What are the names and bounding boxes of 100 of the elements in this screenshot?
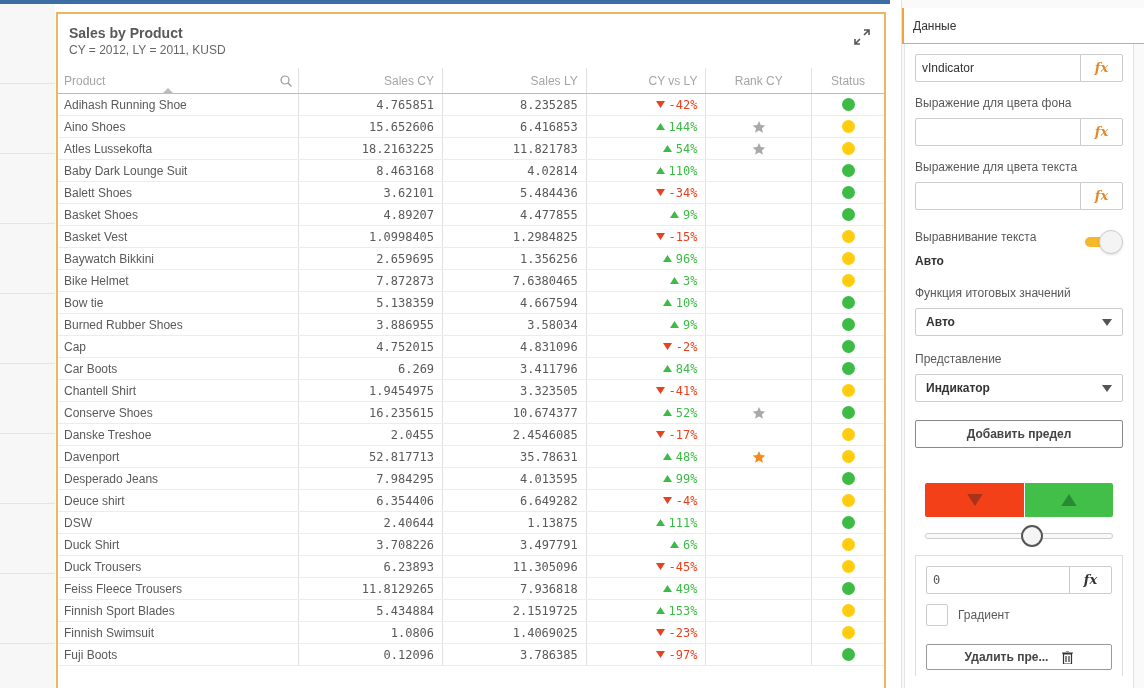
table-cell-text: Basket Vest	[64, 228, 128, 246]
table-cell-text: -23%	[668, 624, 698, 642]
table-cell-text: -45%	[668, 558, 698, 576]
table-cell-text: DSW	[64, 514, 92, 532]
table-cell-text: Danske Treshoe	[64, 426, 152, 444]
table-cell-text: 5.138359	[376, 294, 435, 312]
table-cell-text: Basket Shoes	[64, 206, 139, 224]
search-icon[interactable]	[280, 74, 293, 87]
up-triangle-icon	[662, 365, 672, 372]
table-cell-text: 6.269	[397, 360, 435, 378]
table-cell-text: 15.652606	[369, 118, 435, 136]
table-cell-text: 8.235285	[519, 96, 578, 114]
table-cell-text: Atles Lussekofta	[64, 140, 153, 158]
table-cell-text: 52%	[675, 404, 698, 422]
formula-button[interactable]: fx	[1080, 119, 1122, 145]
table-cell-text: -34%	[668, 184, 698, 202]
table-cell-text: 3.786385	[519, 646, 578, 664]
column-header[interactable]: Sales CY	[384, 71, 435, 90]
table-cell-text: Bike Helmet	[64, 272, 129, 290]
down-triangle-icon	[655, 563, 665, 570]
table-cell-text: 49%	[675, 580, 698, 598]
table-cell-text: Chantell Shirt	[64, 382, 137, 400]
table-cell-text: Bow tie	[64, 294, 104, 312]
down-triangle-icon	[655, 431, 665, 438]
table-cell-text: 5.484436	[519, 184, 578, 202]
table-cell-text: 7.936818	[519, 580, 578, 598]
table-cell-text: -4%	[675, 492, 698, 510]
dropdown[interactable]: Авто	[915, 308, 1123, 336]
delete-limit-button[interactable]: Удалить пре...	[926, 644, 1112, 670]
expression-field[interactable]: fx	[915, 182, 1123, 210]
table-cell-text: 10.674377	[512, 404, 578, 422]
column-header[interactable]: CY vs LY	[648, 71, 698, 90]
table-cell-text: Baby Dark Lounge Suit	[64, 162, 188, 180]
table-cell-text: 48%	[675, 448, 698, 466]
table-cell-text: 2.0455	[390, 426, 435, 444]
table-cell-text: 7.6380465	[512, 272, 578, 290]
limit-value-field[interactable]: 0 fx	[926, 566, 1112, 594]
down-triangle-icon	[655, 233, 665, 240]
formula-button[interactable]: fx	[1069, 567, 1111, 593]
expand-icon[interactable]	[854, 29, 870, 45]
table-cell-text: Adihash Running Shoe	[64, 96, 187, 114]
table-cell-text: 6%	[683, 536, 698, 554]
up-triangle-icon	[670, 211, 680, 218]
up-triangle-icon	[655, 519, 665, 526]
table-cell-text: 1.9454975	[369, 382, 435, 400]
formula-button[interactable]: fx	[1080, 55, 1122, 81]
table-cell-text: 8.463168	[376, 162, 435, 180]
table-cell-text: Finnish Swimsuit	[64, 624, 155, 642]
table-cell-text: 5.434884	[376, 602, 435, 620]
table-cell-text: -17%	[668, 426, 698, 444]
up-triangle-icon	[662, 409, 672, 416]
table-cell-text: 3.886955	[376, 316, 435, 334]
limit-slider[interactable]	[925, 525, 1113, 547]
expression-field[interactable]: fx	[915, 118, 1123, 146]
table-cell-text: 99%	[675, 470, 698, 488]
table-cell-text: 11.821783	[512, 140, 578, 158]
add-limit-button[interactable]: Добавить предел	[915, 420, 1123, 448]
table-cell-text: Baywatch Bikkini	[64, 250, 155, 268]
table-cell-text: 6.354406	[376, 492, 435, 510]
field-label: Выравнивание текста	[915, 229, 1037, 246]
section-tab[interactable]: Данные	[904, 16, 957, 35]
sort-icon[interactable]	[163, 88, 173, 93]
chart-title: Sales by Product	[69, 24, 183, 42]
table-cell-text: 111%	[668, 514, 698, 532]
table-cell-text: 4.89207	[383, 206, 435, 224]
table-cell-text: 9%	[683, 206, 698, 224]
column-header[interactable]: Status	[831, 71, 866, 90]
down-triangle-icon	[655, 387, 665, 394]
table-cell-text: 4.831096	[519, 338, 578, 356]
toggle-switch[interactable]	[1083, 230, 1123, 254]
table-cell-text: 11.8129265	[361, 580, 435, 598]
table-cell-text: Car Boots	[64, 360, 118, 378]
table-cell-text: 4.477855	[519, 206, 578, 224]
table-cell-text: 3.411796	[519, 360, 578, 378]
table-cell-text: 9%	[683, 316, 698, 334]
checkbox[interactable]	[926, 604, 948, 626]
up-triangle-icon	[670, 541, 680, 548]
table-cell-text: -97%	[668, 646, 698, 664]
column-header[interactable]: Rank CY	[734, 71, 783, 90]
down-triangle-icon	[662, 343, 672, 350]
table-cell-text: 0.12096	[383, 646, 435, 664]
column-header[interactable]: Product	[64, 71, 106, 90]
table-cell-text: 110%	[668, 162, 698, 180]
dropdown[interactable]: Индикатор	[915, 374, 1123, 402]
table-cell-text: 16.235615	[369, 404, 435, 422]
table-cell-text: 4.667594	[519, 294, 578, 312]
caret-icon	[1102, 384, 1112, 392]
table-cell-text: 1.356256	[519, 250, 578, 268]
up-triangle-icon	[670, 277, 680, 284]
table-cell-text: 1.4069025	[512, 624, 578, 642]
down-triangle-icon	[966, 494, 983, 506]
table-cell-text: 3%	[683, 272, 698, 290]
table-cell-text: 10%	[675, 294, 698, 312]
column-header[interactable]: Sales LY	[530, 71, 578, 90]
table-cell-text: Desperado Jeans	[64, 470, 159, 488]
expression-field[interactable]: vIndicator fx	[915, 54, 1123, 82]
trash-icon	[1062, 650, 1074, 664]
up-triangle-icon	[670, 321, 680, 328]
down-triangle-icon	[655, 651, 665, 658]
formula-button[interactable]: fx	[1080, 183, 1122, 209]
